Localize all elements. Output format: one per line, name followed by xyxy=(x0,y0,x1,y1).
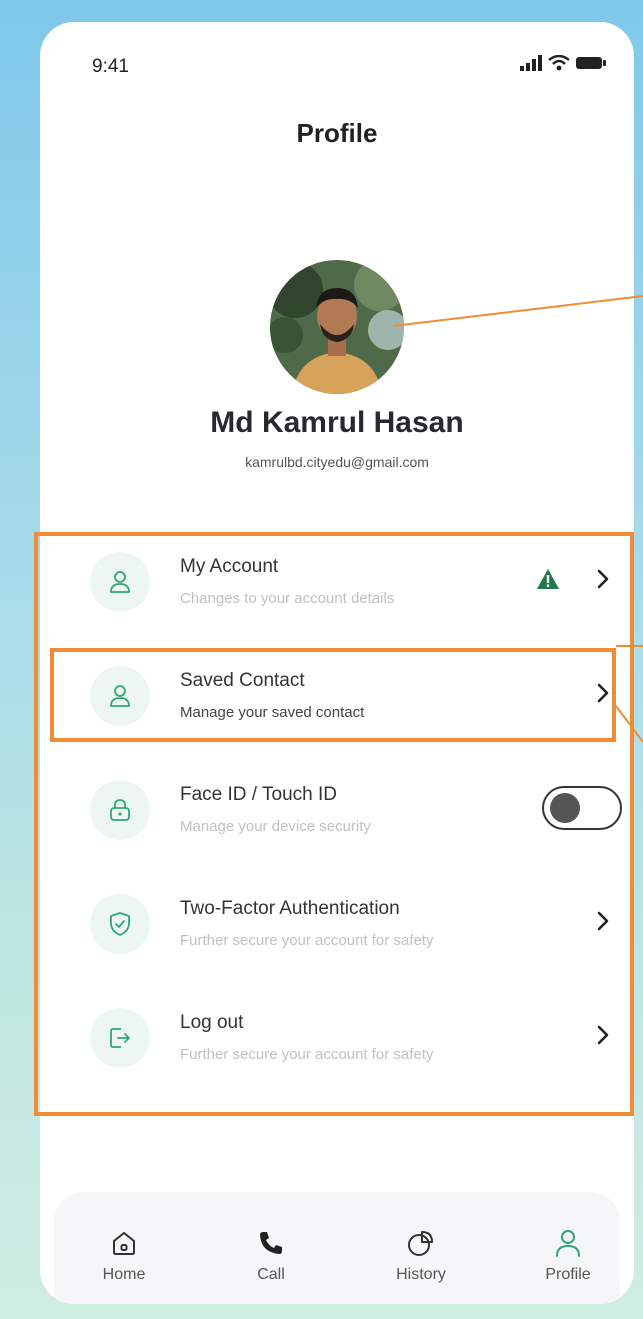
page-title: Profile xyxy=(296,118,378,148)
status-time: 9:41 xyxy=(92,56,129,77)
annotation-box-saved-contact xyxy=(50,648,616,742)
nav-label: Profile xyxy=(545,1266,591,1283)
user-email: kamrulbd.cityedu@gmail.com xyxy=(245,454,429,470)
wifi-icon xyxy=(548,55,570,71)
nav-label: Home xyxy=(102,1266,146,1283)
avatar[interactable] xyxy=(270,260,404,394)
nav-label: Call xyxy=(257,1266,285,1283)
profile-icon xyxy=(523,1226,613,1260)
phone-icon xyxy=(226,1226,316,1260)
home-icon xyxy=(79,1226,169,1260)
history-icon xyxy=(376,1226,466,1260)
status-icons xyxy=(520,52,606,74)
battery-icon xyxy=(576,57,606,69)
nav-item-history[interactable]: History xyxy=(376,1226,466,1284)
annotation-box-menu xyxy=(34,532,634,1116)
avatar-photo xyxy=(270,260,404,394)
nav-item-profile[interactable]: Profile xyxy=(523,1226,613,1284)
nav-item-call[interactable]: Call xyxy=(226,1226,316,1284)
user-name: Md Kamrul Hasan xyxy=(210,406,464,439)
nav-item-home[interactable]: Home xyxy=(79,1226,169,1284)
signal-icon xyxy=(520,55,542,71)
bottom-nav: Home Call History Profile xyxy=(54,1192,620,1304)
nav-label: History xyxy=(396,1266,446,1283)
